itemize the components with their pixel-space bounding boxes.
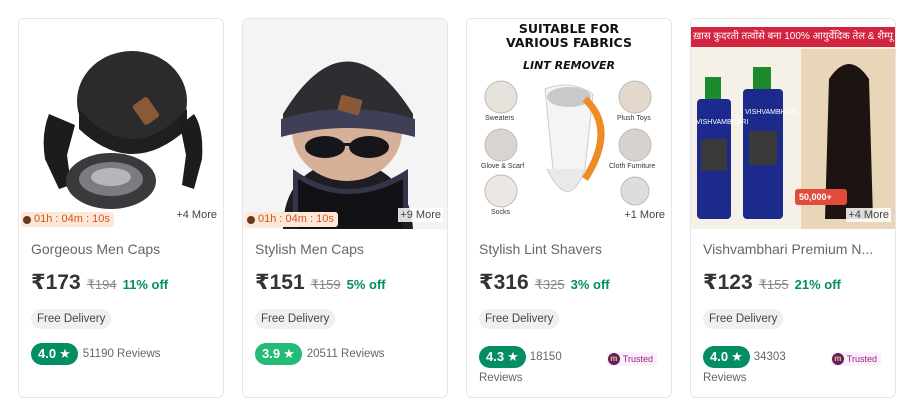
bottle-label: VISHVAMBHARI	[745, 109, 798, 116]
price: ₹123	[703, 271, 753, 294]
rating-badge: 3.9 ★	[255, 343, 302, 365]
lint-remover-icon	[484, 80, 652, 208]
rating-row: 4.0 ★ 34303 Reviews	[703, 346, 813, 389]
delivery-badge: Free Delivery	[479, 309, 560, 329]
product-image[interactable]: SUITABLE FOR VARIOUS FABRICS LINT REMOVE…	[467, 19, 671, 229]
product-card-2[interactable]: 01h : 04m : 10s +9 More Stylish Men Caps…	[242, 18, 448, 398]
deal-timer: 01h : 04m : 10s	[21, 212, 114, 227]
price-row: ₹173 ₹194 11% off	[31, 270, 168, 295]
timer-text: 01h : 04m : 10s	[34, 213, 110, 225]
timer-text: 01h : 04m : 10s	[258, 213, 334, 225]
delivery-badge: Free Delivery	[255, 309, 336, 329]
rating-row: 4.0 ★ 51190 Reviews	[31, 343, 161, 365]
rating-value: 4.0	[710, 349, 729, 364]
price-row: ₹151 ₹159 5% off	[255, 270, 386, 295]
clock-icon	[247, 215, 255, 224]
price: ₹151	[255, 271, 305, 294]
rating-row: 3.9 ★ 20511 Reviews	[255, 343, 385, 365]
original-price: ₹159	[310, 277, 341, 292]
bottle-label: VISHVAMBHARI	[696, 119, 749, 126]
rating-row: 4.3 ★ 18150 Reviews	[479, 346, 589, 389]
clock-icon	[23, 215, 31, 224]
rating-value: 4.0	[38, 346, 57, 361]
rating-badge: 4.0 ★	[31, 343, 78, 365]
review-label: Reviews	[479, 372, 523, 385]
more-variants[interactable]: +4 More	[174, 208, 219, 222]
price: ₹173	[31, 271, 81, 294]
product-image[interactable]: 01h : 04m : 10s +9 More	[243, 19, 447, 229]
discount: 11% off	[122, 277, 169, 292]
fabric-label: Plush Toys	[617, 115, 651, 122]
discount: 3% off	[570, 277, 610, 292]
cap-gloves-scarf-set-icon	[43, 51, 203, 209]
discount: 5% off	[346, 277, 386, 292]
star-icon: ★	[507, 349, 519, 364]
product-image[interactable]: ख़ास कुदरती तत्वोंसे बना 100% आयुर्वेदिक…	[691, 19, 895, 229]
trusted-badge: m Trusted	[606, 352, 657, 366]
more-variants[interactable]: +9 More	[398, 208, 443, 222]
review-count: 20511 Reviews	[306, 348, 385, 360]
review-count: 18150	[529, 351, 562, 364]
fabric-label: Glove & Scarf	[481, 163, 525, 170]
discount: 21% off	[794, 277, 841, 292]
product-card-4[interactable]: ख़ास कुदरती तत्वोंसे बना 100% आयुर्वेदिक…	[690, 18, 896, 398]
original-price: ₹325	[534, 277, 565, 292]
star-icon: ★	[283, 346, 295, 361]
fabric-label: Socks	[491, 209, 511, 216]
review-count: 51190 Reviews	[82, 348, 161, 360]
product-card-3[interactable]: SUITABLE FOR VARIOUS FABRICS LINT REMOVE…	[466, 18, 672, 398]
original-price: ₹155	[758, 277, 789, 292]
customer-badge: 50,000+	[799, 192, 832, 202]
deal-timer: 01h : 04m : 10s	[245, 212, 338, 227]
product-title[interactable]: Stylish Lint Shavers	[479, 241, 661, 257]
rating-value: 3.9	[262, 346, 281, 361]
review-label: Reviews	[703, 372, 747, 385]
trusted-label: Trusted	[622, 354, 653, 364]
trusted-badge: m Trusted	[830, 352, 881, 366]
price-row: ₹123 ₹155 21% off	[703, 270, 841, 295]
price: ₹316	[479, 271, 529, 294]
star-icon: ★	[59, 346, 71, 361]
product-image[interactable]: 01h : 04m : 10s +4 More	[19, 19, 223, 229]
meesho-logo-icon: m	[607, 353, 620, 365]
product-title[interactable]: Vishvambhari Premium N...	[703, 241, 885, 257]
more-variants[interactable]: +1 More	[622, 208, 667, 222]
fabric-label: Cloth Furniture	[609, 163, 656, 170]
price-row: ₹316 ₹325 3% off	[479, 270, 610, 295]
product-title[interactable]: Gorgeous Men Caps	[31, 241, 213, 257]
trusted-label: Trusted	[846, 354, 877, 364]
product-card-1[interactable]: 01h : 04m : 10s +4 More Gorgeous Men Cap…	[18, 18, 224, 398]
fabric-label: Sweaters	[485, 115, 515, 122]
product-title[interactable]: Stylish Men Caps	[255, 241, 437, 257]
rating-badge: 4.3 ★	[479, 346, 526, 368]
original-price: ₹194	[86, 277, 117, 292]
star-icon: ★	[731, 349, 743, 364]
delivery-badge: Free Delivery	[703, 309, 784, 329]
more-variants[interactable]: +4 More	[846, 208, 891, 222]
review-count: 34303	[753, 351, 786, 364]
delivery-badge: Free Delivery	[31, 309, 112, 329]
man-wearing-beanie-icon	[243, 19, 447, 229]
rating-value: 4.3	[486, 349, 505, 364]
rating-badge: 4.0 ★	[703, 346, 750, 368]
meesho-logo-icon: m	[831, 353, 844, 365]
